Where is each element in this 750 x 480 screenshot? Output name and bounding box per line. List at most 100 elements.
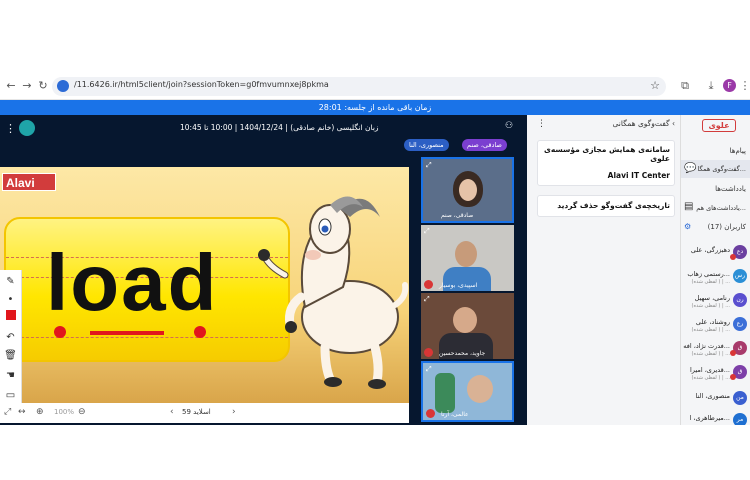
notes-icon: ▤	[684, 201, 694, 212]
user-status: (لفظی شده ) | ...	[691, 303, 730, 309]
color-picker-icon[interactable]	[3, 310, 18, 325]
webcam-name: جاوید، محمدحسین	[439, 350, 486, 357]
guide-line-bottom	[6, 337, 288, 338]
undo-icon[interactable]: ↶	[3, 330, 18, 345]
url-text[interactable]: /11.6426.ir/html5client/join?sessionToke…	[74, 80, 329, 89]
webcam-column: ⤢ صادقی، صنم ⤢ اسپیدی، بوسیار ⤢ جاوید، م…	[421, 157, 514, 422]
fullscreen-icon[interactable]: ⤢	[4, 407, 11, 417]
forward-icon[interactable]: →	[20, 79, 34, 93]
muted-icon	[424, 348, 433, 357]
chat-message: تاریخچه‌ی گفت‌وگو حذف گردید	[537, 195, 675, 217]
user-name: رستمی زهاب...	[687, 270, 730, 278]
red-dot-left	[54, 326, 66, 338]
muted-badge	[730, 254, 736, 260]
chat-message-text: سامانه‌ی همایش مجازی مؤسسه‌ی علوی	[543, 145, 670, 163]
user-avatar: رس	[733, 269, 747, 283]
muted-badge	[730, 350, 736, 356]
time-remaining-banner: زمان باقی مانده از جلسه: 28:01	[0, 100, 750, 115]
webcam-tile[interactable]: ⤢ عالمی، آرتا	[421, 361, 514, 422]
annotation-toolbar: ✎ • ↶ 🗑 ☚ ▭	[0, 270, 22, 403]
user-name: دهبزرگی، علی	[690, 246, 730, 254]
expand-icon[interactable]: ⤢	[426, 161, 432, 170]
brush-size-icon[interactable]: •	[3, 292, 18, 307]
app-logo-icon	[19, 120, 35, 136]
browser-toolbar: ← → ↻ /11.6426.ir/html5client/join?sessi…	[0, 74, 750, 100]
previous-slide-icon[interactable]: ‹	[170, 407, 174, 417]
user-item[interactable]: ق فدرت نژاد، افه... (لفظی شده ) | ...	[681, 339, 750, 361]
whiteboard-icon[interactable]: ▭	[3, 388, 18, 403]
presenter-pill-2[interactable]: منصوری، النا	[404, 139, 449, 151]
options-menu-icon[interactable]: ⋮	[5, 122, 16, 135]
chat-options-icon[interactable]: ⋮	[537, 119, 546, 129]
public-chat-item[interactable]: 💬 گفت‌وگوی همگا...	[681, 160, 750, 178]
user-status: (لفظی شده ) | ...	[691, 327, 730, 333]
brand-logo: علوی	[702, 119, 736, 132]
slide-logo: Alavi	[2, 173, 56, 191]
back-icon[interactable]: ←	[4, 79, 18, 93]
expand-icon[interactable]: ⤢	[424, 295, 430, 304]
user-item[interactable]: رع روشناد، علی (لفظی شده ) | ...	[681, 315, 750, 337]
user-list-toggle-icon[interactable]: ⚇	[505, 121, 513, 131]
zoom-level: 100%	[54, 408, 75, 416]
address-bar[interactable]: /11.6426.ir/html5client/join?sessionToke…	[52, 77, 666, 96]
user-name: منصوری، النا	[695, 392, 730, 400]
slide-controls: ⤢ ↔ ⊕ 100% ⊖ ‹ اسلاید 59 ›	[0, 403, 409, 423]
fit-width-icon[interactable]: ↔	[18, 407, 26, 417]
extensions-icon[interactable]: ⧉	[678, 79, 692, 93]
user-item[interactable]: دع دهبزرگی، علی	[681, 243, 750, 265]
vocab-word: load	[46, 238, 219, 327]
presentation-slide[interactable]: Alavi load ✎ • ↶ 🗑 ☚ ▭	[0, 167, 409, 403]
next-slide-icon[interactable]: ›	[232, 407, 236, 417]
trash-icon[interactable]: 🗑	[3, 348, 18, 363]
chat-header: ⋮ گفت‌وگوی همگانی ‹	[527, 115, 681, 133]
download-icon[interactable]: ⤓	[704, 79, 718, 93]
settings-gear-icon[interactable]: ⚙	[684, 222, 691, 231]
page: ← → ↻ /11.6426.ir/html5client/join?sessi…	[0, 0, 750, 480]
hand-icon[interactable]: ☚	[3, 368, 18, 383]
user-status: (لفظی شده ) | ...	[691, 351, 730, 357]
chat-message-text: Alavi IT Center	[607, 171, 670, 180]
user-name: قدیری، امیرا...	[689, 366, 730, 374]
public-chat-panel: ⋮ گفت‌وگوی همگانی ‹ سامانه‌ی همایش مجازی…	[527, 115, 681, 425]
user-status: (لفظی شده ) | ...	[691, 279, 730, 285]
user-name: رنامی، سهیل	[694, 294, 730, 302]
user-avatar: رع	[733, 317, 747, 331]
webcam-tile[interactable]: ⤢ اسپیدی، بوسیار	[421, 225, 514, 291]
user-name: روشناد، علی	[695, 318, 730, 326]
webcam-face	[453, 307, 477, 333]
user-item[interactable]: رن رنامی، سهیل (لفظی شده ) | ...	[681, 291, 750, 313]
webcam-tile[interactable]: ⤢ صادقی، صنم	[421, 157, 514, 223]
zoom-in-icon[interactable]: ⊕	[36, 407, 44, 417]
profile-avatar[interactable]: F	[723, 79, 736, 92]
user-item[interactable]: ق قدیری، امیرا... (لفظی شده ) | ...	[681, 363, 750, 385]
site-info-icon[interactable]	[57, 80, 69, 92]
user-item[interactable]: رس رستمی زهاب... (لفظی شده ) | ...	[681, 267, 750, 289]
red-dot-right	[194, 326, 206, 338]
shared-notes-item[interactable]: ▤ یادداشت‌های هم...	[681, 199, 750, 217]
webcam-face	[459, 179, 477, 201]
browser-menu-icon[interactable]: ⋮	[738, 79, 750, 92]
expand-icon[interactable]: ⤢	[424, 227, 430, 236]
bookmark-star-icon[interactable]: ☆	[650, 79, 660, 92]
pencil-icon[interactable]: ✎	[3, 274, 18, 289]
webcam-object	[435, 373, 455, 413]
presenter-pill-1[interactable]: صادقی، صنم	[462, 139, 507, 151]
user-item[interactable]: مر میرطاهری، ا...	[681, 411, 750, 425]
meeting-stage: ⋮ زبان انگلیسی (خانم صادقی) | 1404/12/24…	[0, 115, 527, 425]
user-status: (لفظی شده ) | ...	[691, 375, 730, 381]
users-section-label: کاربران (17)	[707, 223, 746, 231]
expand-icon[interactable]: ⤢	[426, 365, 432, 374]
zoom-out-icon[interactable]: ⊖	[78, 407, 86, 417]
webcam-face	[467, 375, 493, 403]
user-avatar: من	[733, 391, 747, 405]
webcam-tile[interactable]: ⤢ جاوید، محمدحسین	[421, 293, 514, 359]
user-item[interactable]: من منصوری، النا	[681, 389, 750, 411]
chat-title[interactable]: گفت‌وگوی همگانی ‹	[613, 119, 676, 128]
slide-selector[interactable]: اسلاید 59	[182, 408, 211, 416]
user-name: فدرت نژاد، افه...	[683, 342, 730, 350]
webcam-name: عالمی، آرتا	[441, 411, 469, 418]
session-header: ⋮ زبان انگلیسی (خانم صادقی) | 1404/12/24…	[0, 115, 527, 142]
chat-message: سامانه‌ی همایش مجازی مؤسسه‌ی علوی Alavi …	[537, 140, 675, 186]
reload-icon[interactable]: ↻	[36, 79, 50, 93]
muted-icon	[426, 409, 435, 418]
